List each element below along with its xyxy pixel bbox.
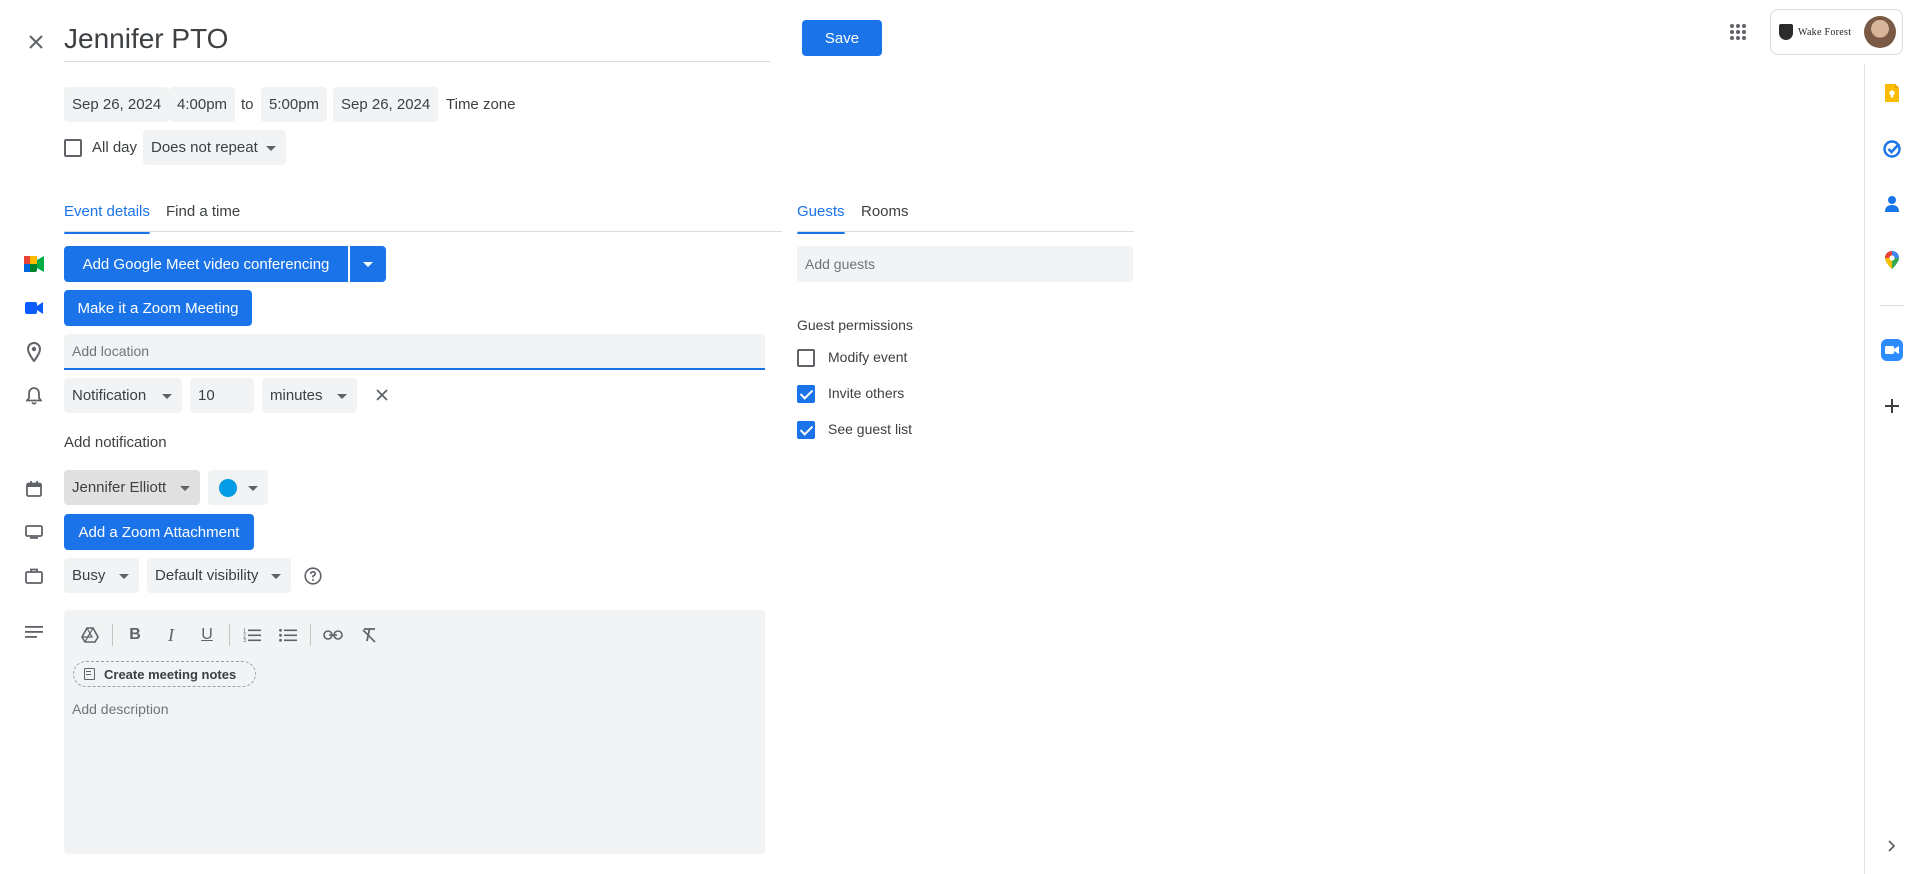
help-icon[interactable] — [301, 564, 325, 588]
description-lines-icon — [22, 620, 46, 644]
guest-permissions-title: Guest permissions — [797, 317, 913, 333]
underline-icon[interactable]: U — [194, 622, 220, 648]
calendar-icon — [22, 477, 46, 501]
add-guests-placeholder: Add guests — [805, 256, 876, 272]
tab-rooms[interactable]: Rooms — [861, 203, 909, 220]
apps-grid-icon[interactable] — [1724, 18, 1752, 46]
google-contacts-icon[interactable] — [1878, 190, 1906, 218]
account-logo-text: Wake Forest — [1798, 26, 1852, 38]
location-pin-icon — [22, 340, 46, 364]
link-icon[interactable] — [320, 622, 346, 648]
description-placeholder: Add description — [72, 701, 169, 717]
chevron-down-icon — [363, 261, 373, 267]
google-drive-icon[interactable] — [77, 622, 103, 648]
italic-icon[interactable]: I — [158, 622, 184, 648]
numbered-list-icon[interactable]: 123 — [239, 622, 265, 648]
side-rail-divider — [1880, 305, 1904, 306]
add-google-meet-button[interactable]: Add Google Meet video conferencing — [64, 246, 348, 282]
bold-icon[interactable]: B — [122, 622, 148, 648]
bell-icon — [22, 384, 46, 408]
google-tasks-icon[interactable] — [1878, 135, 1906, 163]
tabs-divider — [64, 231, 782, 232]
invite-others-label: Invite others — [828, 385, 905, 401]
event-title: Jennifer PTO — [64, 23, 229, 54]
remove-notification-icon[interactable] — [370, 383, 394, 407]
briefcase-icon — [22, 564, 46, 588]
notification-value-input[interactable]: 10 — [190, 378, 254, 413]
toolbar-divider — [112, 624, 113, 646]
start-time-field[interactable]: 4:00pm — [169, 87, 236, 122]
google-meet-icon — [22, 252, 46, 276]
notification-unit-dropdown[interactable]: minutes — [262, 378, 357, 413]
visibility-dropdown[interactable]: Default visibility — [147, 558, 291, 593]
meet-options-dropdown[interactable] — [350, 246, 386, 282]
add-guests-input[interactable]: Add guests — [797, 246, 1133, 282]
remove-formatting-icon[interactable] — [356, 622, 382, 648]
event-color-dropdown[interactable] — [208, 470, 268, 505]
toolbar-divider-2 — [229, 624, 230, 646]
add-addon-icon[interactable] — [1878, 392, 1906, 420]
tab-find-a-time[interactable]: Find a time — [166, 203, 240, 220]
allday-checkbox[interactable] — [64, 139, 82, 157]
allday-label: All day — [92, 139, 138, 156]
avatar — [1864, 16, 1896, 48]
repeat-dropdown[interactable]: Does not repeat — [143, 130, 286, 165]
tab-event-details[interactable]: Event details — [64, 203, 150, 234]
see-guest-list-checkbox[interactable] — [797, 421, 815, 439]
zoom-addon-icon[interactable] — [1878, 336, 1906, 364]
location-input[interactable]: Add location — [64, 334, 765, 370]
notification-type-dropdown[interactable]: Notification — [64, 378, 182, 413]
bulleted-list-icon[interactable] — [275, 622, 301, 648]
location-placeholder: Add location — [72, 343, 150, 359]
close-icon[interactable] — [20, 26, 52, 58]
notes-doc-icon — [84, 668, 95, 680]
timezone-button[interactable]: Time zone — [446, 96, 515, 113]
end-date-field[interactable]: Sep 26, 2024 — [333, 87, 439, 122]
google-maps-icon[interactable] — [1878, 246, 1906, 274]
end-time-field[interactable]: 5:00pm — [261, 87, 328, 122]
modify-event-checkbox[interactable] — [797, 349, 815, 367]
attachment-screen-icon — [22, 520, 46, 544]
availability-dropdown[interactable]: Busy — [64, 558, 139, 593]
modify-event-label: Modify event — [828, 349, 908, 365]
meeting-notes-label: Create meeting notes — [104, 666, 237, 682]
see-guest-list-label: See guest list — [828, 421, 913, 437]
start-date-field[interactable]: Sep 26, 2024 — [64, 87, 170, 122]
chevron-right-icon[interactable] — [1878, 832, 1906, 860]
save-button[interactable]: Save — [802, 20, 882, 56]
create-meeting-notes-button[interactable]: Create meeting notes — [73, 661, 256, 687]
calendar-owner-dropdown[interactable]: Jennifer Elliott — [64, 470, 200, 505]
toolbar-divider-3 — [310, 624, 311, 646]
google-keep-icon[interactable] — [1878, 79, 1906, 107]
guests-tabs-divider — [797, 231, 1134, 232]
shield-logo-icon — [1779, 24, 1793, 40]
zoom-meeting-button[interactable]: Make it a Zoom Meeting — [64, 290, 252, 326]
tab-guests[interactable]: Guests — [797, 203, 845, 234]
svg-text:3: 3 — [243, 638, 246, 642]
add-notification-link[interactable]: Add notification — [64, 434, 167, 451]
to-label: to — [241, 96, 254, 113]
side-rail — [1864, 64, 1920, 874]
account-switcher[interactable]: Wake Forest — [1770, 9, 1903, 55]
event-color-swatch — [219, 478, 237, 497]
invite-others-checkbox[interactable] — [797, 385, 815, 403]
event-title-input[interactable]: Jennifer PTO — [64, 16, 770, 62]
zoom-video-icon — [22, 296, 46, 320]
zoom-attachment-button[interactable]: Add a Zoom Attachment — [64, 514, 254, 550]
